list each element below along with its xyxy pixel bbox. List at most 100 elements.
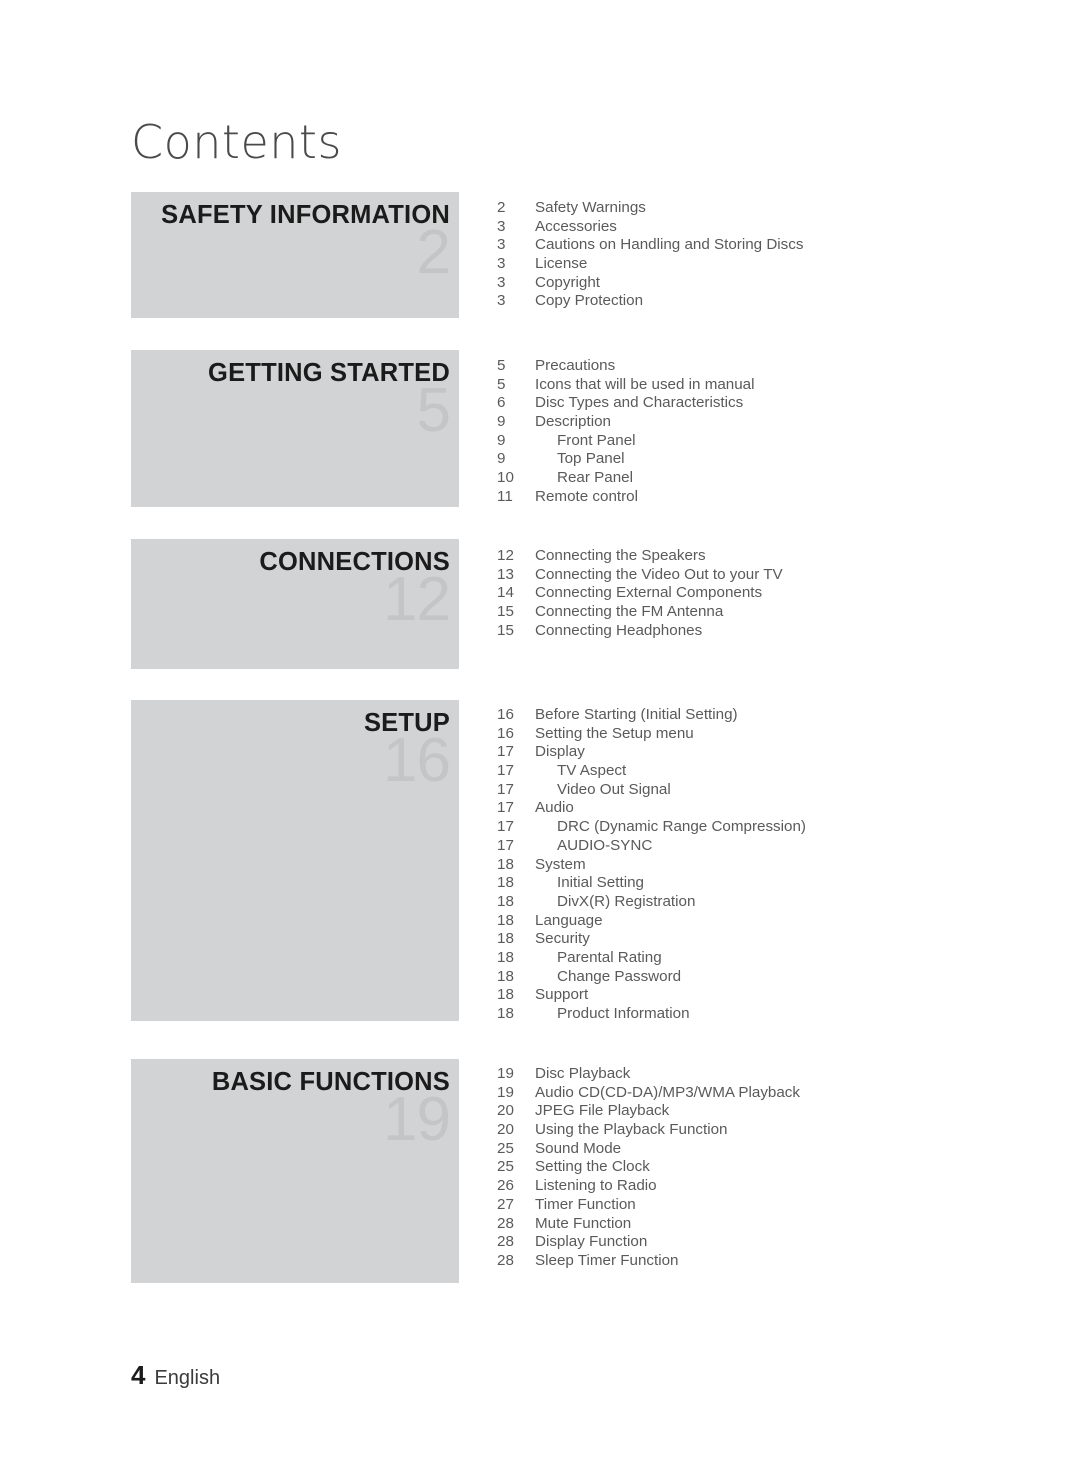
toc-entry-label: Copyright [535,273,600,291]
toc-entry[interactable]: 18 System [497,856,1057,875]
toc-entry-label: License [535,255,588,273]
toc-entry-label: Disc Types and Characteristics [535,394,744,412]
toc-entry-page: 18 [497,948,514,966]
toc-entry-label: Connecting Headphones [535,621,703,639]
toc-entry-page: 18 [497,855,514,873]
toc-entry[interactable]: 18 Initial Setting [497,874,1057,893]
toc-entry[interactable]: 20 JPEG File Playback [497,1102,1057,1121]
toc-entry-label: Display [535,743,585,761]
toc-entry[interactable]: 14 Connecting External Components [497,584,1057,603]
toc-entry-page: 10 [497,469,514,487]
toc-entry[interactable]: 18 Parental Rating [497,949,1057,968]
toc-entry[interactable]: 3 Copy Protection [497,292,1057,311]
toc-entry-label: Accessories [535,217,617,235]
toc-entry[interactable]: 3 Copyright [497,274,1057,293]
toc-entry-label: Front Panel [557,431,636,449]
toc-entry[interactable]: 9 Description [497,413,1057,432]
toc-entry-page: 11 [497,487,513,505]
toc-entry-label: Audio CD(CD-DA)/MP3/WMA Playback [535,1083,800,1101]
toc-entry-label: Audio [535,799,574,817]
toc-entry-page: 5 [497,357,506,374]
toc-entry[interactable]: 9 Front Panel [497,432,1057,451]
toc-entry[interactable]: 19 Disc Playback [497,1065,1057,1084]
toc-entry-page: 18 [497,874,514,892]
toc-entry[interactable]: 18 DivX(R) Registration [497,893,1057,912]
toc-entry[interactable]: 18 Language [497,912,1057,931]
toc-entry[interactable]: 17 DRC (Dynamic Range Compression) [497,818,1057,837]
toc-entry[interactable]: 18 Support [497,986,1057,1005]
toc-entry[interactable]: 18 Change Password [497,968,1057,987]
toc-entry-label: Support [535,986,589,1004]
footer-page-number: 4 [131,1360,146,1390]
toc-entry[interactable]: 6 Disc Types and Characteristics [497,394,1057,413]
toc-entry[interactable]: 15 Connecting Headphones [497,622,1057,641]
toc-entry-label: Sound Mode [535,1139,622,1157]
toc-entry[interactable]: 15 Connecting the FM Antenna [497,603,1057,622]
toc-entry-page: 25 [497,1139,514,1157]
section-block-safety-information: SAFETY INFORMATION 2 [131,192,459,318]
toc-entry[interactable]: 28 Display Function [497,1233,1057,1252]
section-number-connections: 12 [383,565,451,634]
toc-entry-page: 18 [497,892,514,910]
toc-entry[interactable]: 12 Connecting the Speakers [497,547,1057,566]
toc-entry[interactable]: 2 Safety Warnings [497,199,1057,218]
toc-entry[interactable]: 17 TV Aspect [497,762,1057,781]
toc-page: Contents SAFETY INFORMATION 2 2 Safety Warn… [0,0,1080,1476]
toc-entry-label: AUDIO-SYNC [557,836,653,854]
toc-entry[interactable]: 3 Accessories [497,218,1057,237]
toc-entry-page: 3 [497,292,506,310]
toc-entry-page: 15 [497,603,514,621]
toc-entry-page: 17 [497,836,514,854]
toc-entry[interactable]: 17 Audio [497,799,1057,818]
section-block-connections: CONNECTIONS 12 [131,539,459,669]
toc-entry-page: 20 [497,1121,514,1139]
toc-entry-label: Precautions [535,357,616,374]
toc-entry-label: Copy Protection [535,292,644,310]
toc-entry[interactable]: 18 Product Information [497,1005,1057,1024]
section-number-setup: 16 [383,726,451,795]
section-number-getting-started: 5 [416,376,451,445]
toc-entry[interactable]: 18 Security [497,930,1057,949]
toc-entry-page: 9 [497,450,506,468]
toc-entry[interactable]: 28 Mute Function [497,1215,1057,1234]
toc-entry-label: Display Function [535,1233,648,1251]
toc-entry[interactable]: 26 Listening to Radio [497,1177,1057,1196]
toc-entry-label: Initial Setting [557,874,644,892]
toc-entry-page: 18 [497,930,514,948]
toc-entry-page: 3 [497,273,506,291]
toc-entry-page: 15 [497,621,514,639]
toc-entry-page: 12 [497,547,514,564]
toc-entry[interactable]: 13 Connecting the Video Out to your TV [497,566,1057,585]
toc-entry[interactable]: 10 Rear Panel [497,469,1057,488]
toc-entry-page: 16 [497,724,514,742]
toc-entry[interactable]: 27 Timer Function [497,1196,1057,1215]
toc-entry-page: 17 [497,780,514,798]
toc-entry-label: Timer Function [535,1195,636,1213]
toc-entry-page: 3 [497,236,506,254]
toc-entry-label: Description [535,413,611,431]
toc-entry-page: 19 [497,1083,514,1101]
toc-entry-page: 17 [497,818,514,836]
toc-entry[interactable]: 5 Precautions [497,357,1057,376]
toc-entry[interactable]: 3 Cautions on Handling and Storing Discs [497,236,1057,255]
toc-entry[interactable]: 5 Icons that will be used in manual [497,376,1057,395]
toc-entry-page: 2 [497,199,506,216]
toc-entry[interactable]: 25 Setting the Clock [497,1158,1057,1177]
toc-entry[interactable]: 16 Setting the Setup menu [497,725,1057,744]
toc-entry[interactable]: 28 Sleep Timer Function [497,1252,1057,1271]
toc-entry-page: 16 [497,706,514,723]
toc-entry[interactable]: 3 License [497,255,1057,274]
toc-entry[interactable]: 9 Top Panel [497,450,1057,469]
toc-entry[interactable]: 17 AUDIO-SYNC [497,837,1057,856]
toc-entry[interactable]: 17 Video Out Signal [497,781,1057,800]
toc-entry[interactable]: 20 Using the Playback Function [497,1121,1057,1140]
toc-entry[interactable]: 11 Remote control [497,488,1057,507]
entry-list-setup: 16 Before Starting (Initial Setting) 16 Set… [497,706,1057,1024]
toc-entry[interactable]: 17 Display [497,743,1057,762]
toc-entry-label: Safety Warnings [535,199,646,216]
toc-entry-label: Rear Panel [557,469,633,487]
section-block-setup: SETUP 16 [131,700,459,1021]
toc-entry[interactable]: 25 Sound Mode [497,1140,1057,1159]
toc-entry[interactable]: 19 Audio CD(CD-DA)/MP3/WMA Playback [497,1084,1057,1103]
toc-entry[interactable]: 16 Before Starting (Initial Setting) [497,706,1057,725]
